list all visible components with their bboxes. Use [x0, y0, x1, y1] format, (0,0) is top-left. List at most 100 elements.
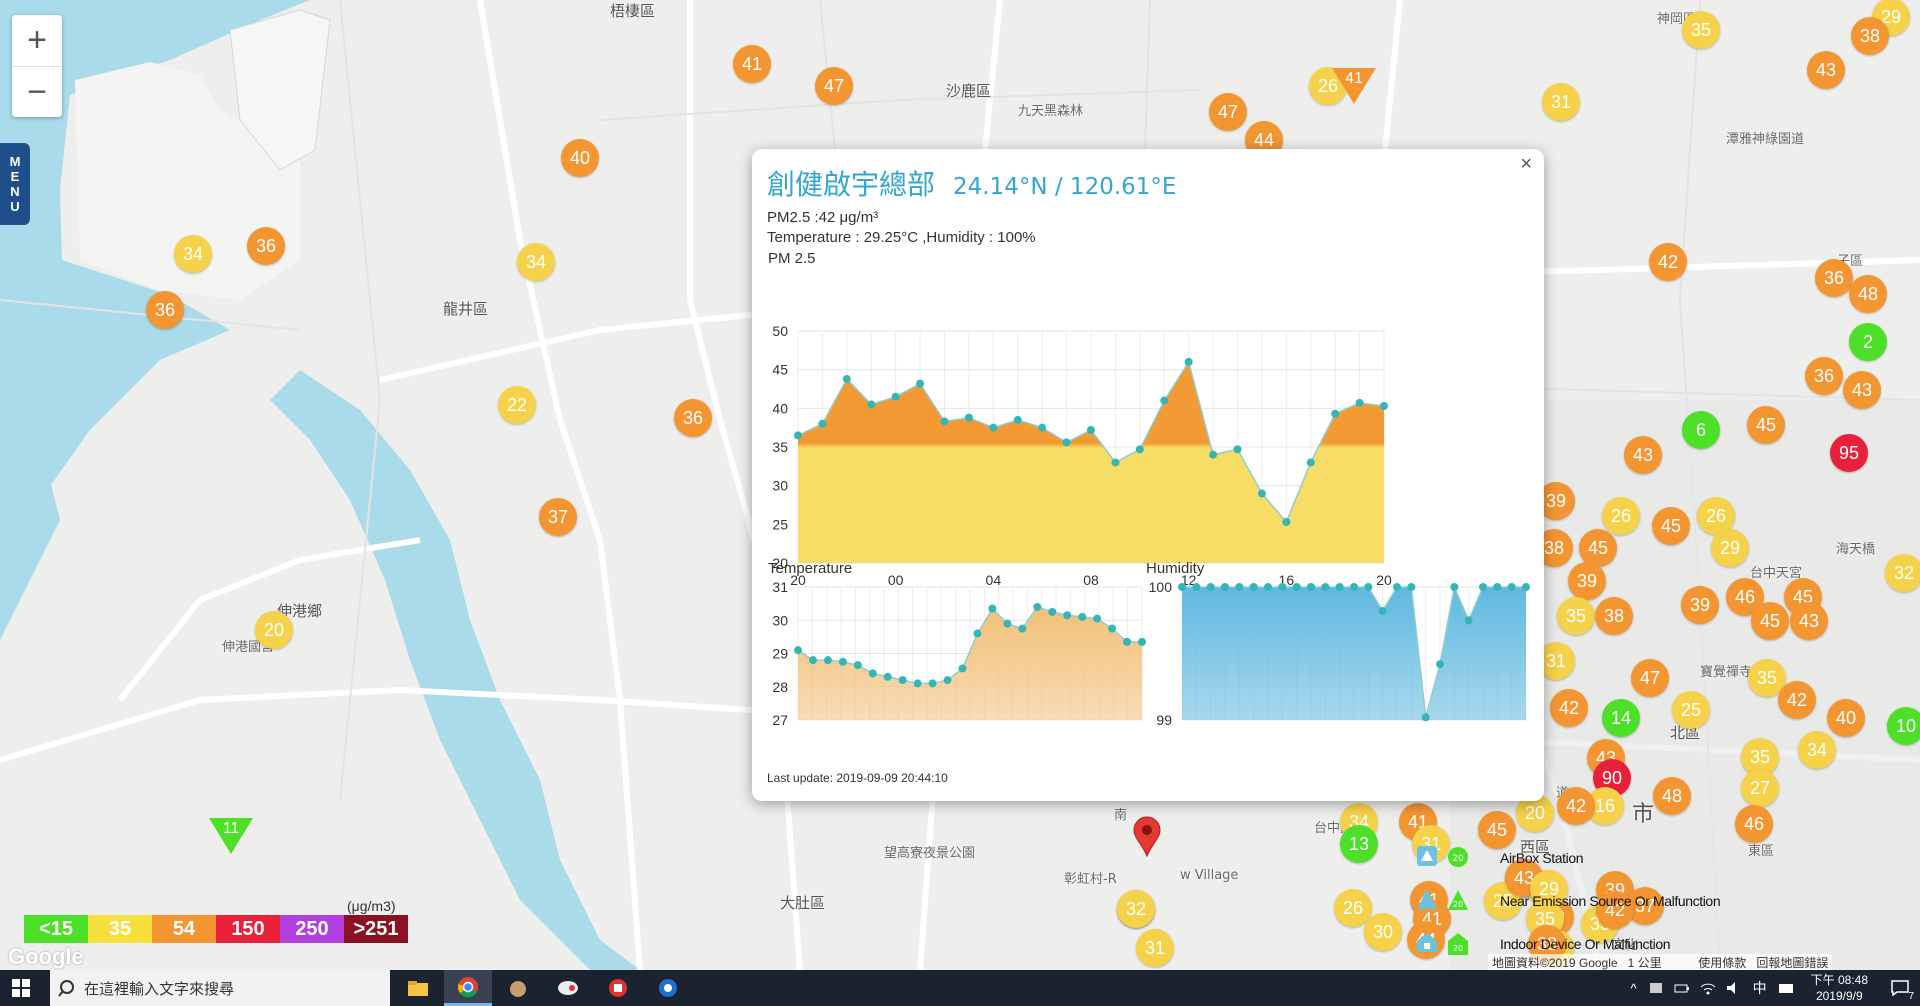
airbox-marker[interactable]: 6	[1682, 411, 1720, 449]
airbox-marker[interactable]: 36	[1805, 357, 1843, 395]
y-tick-label: 31	[772, 579, 788, 595]
zoom-out-button[interactable]: −	[12, 67, 62, 118]
airbox-marker[interactable]: 42	[1550, 689, 1588, 727]
airbox-marker[interactable]: 47	[1631, 659, 1669, 697]
x-tick-label: 20	[1376, 572, 1392, 588]
windows-start-icon[interactable]	[12, 979, 30, 997]
volume-icon[interactable]	[1726, 981, 1742, 995]
airbox-marker[interactable]: 36	[247, 227, 285, 265]
data-point	[1063, 611, 1072, 620]
battery-icon[interactable]	[1674, 981, 1690, 995]
data-point	[1292, 583, 1301, 591]
airbox-marker[interactable]: 45	[1751, 602, 1789, 640]
near-emission-marker[interactable]: 11	[209, 818, 253, 854]
airbox-marker[interactable]: 2	[1849, 323, 1887, 361]
airbox-marker[interactable]: 42	[1557, 787, 1595, 825]
place-label: 海天橋	[1836, 542, 1876, 557]
airbox-marker[interactable]: 35	[1557, 597, 1595, 635]
report-map-error-link[interactable]: 回報地圖錯誤	[1756, 956, 1828, 970]
airbox-marker[interactable]: 42	[1778, 681, 1816, 719]
airbox-marker[interactable]: 39	[1681, 586, 1719, 624]
airbox-marker[interactable]: 48	[1653, 777, 1691, 815]
clock[interactable]: 下午 08:48 2019/9/9	[1811, 972, 1868, 1004]
chrome-icon[interactable]	[444, 970, 492, 1006]
app-icon[interactable]	[594, 970, 642, 1006]
near-emission-marker[interactable]: 41	[1332, 68, 1376, 104]
airbox-marker[interactable]: 35	[1682, 11, 1720, 49]
airbox-marker[interactable]: 43	[1843, 371, 1881, 409]
airbox-marker[interactable]: 47	[815, 67, 853, 105]
airbox-marker[interactable]: 36	[146, 291, 184, 329]
airbox-marker[interactable]: 43	[1790, 602, 1828, 640]
airbox-marker[interactable]: 22	[498, 386, 536, 424]
airbox-marker[interactable]: 45	[1747, 406, 1785, 444]
data-point	[868, 669, 877, 678]
airbox-marker[interactable]: 39	[1568, 562, 1606, 600]
terms-link[interactable]: 使用條款	[1698, 956, 1746, 970]
airbox-marker[interactable]: 43	[1624, 436, 1662, 474]
file-explorer-icon[interactable]	[394, 970, 442, 1006]
airbox-marker[interactable]: 29	[1711, 529, 1749, 567]
airbox-marker[interactable]: 38	[1595, 597, 1633, 635]
airbox-marker[interactable]: 27	[1741, 769, 1779, 807]
data-point	[1111, 458, 1120, 467]
zoom-in-button[interactable]: +	[12, 15, 62, 67]
data-point	[1178, 583, 1186, 591]
triangle-marker-icon: 20	[1448, 889, 1468, 910]
place-label: 彰虹村-R	[1064, 872, 1117, 887]
map[interactable]: 梧棲區 沙鹿區 九天黑森林 龍井區 伸港鄉 伸港國宮 大肚區 望高寮夜景公園 彰…	[0, 0, 1920, 970]
taskbar-search-box[interactable]: 在這裡輸入文字來搜尋	[50, 970, 390, 1006]
airbox-marker[interactable]: 26	[1602, 497, 1640, 535]
airbox-marker[interactable]: 42	[1649, 243, 1687, 281]
app-icon[interactable]	[544, 970, 592, 1006]
close-icon[interactable]: ×	[1520, 153, 1532, 176]
airbox-marker[interactable]: 43	[1807, 51, 1845, 89]
airbox-marker[interactable]: 40	[1827, 699, 1865, 737]
keyboard-icon[interactable]	[1778, 981, 1794, 995]
place-label: w Village	[1180, 868, 1239, 883]
airbox-marker[interactable]: 40	[561, 139, 599, 177]
app-icon[interactable]	[644, 970, 692, 1006]
airbox-marker[interactable]: 10	[1887, 707, 1920, 745]
airbox-marker[interactable]: 30	[1364, 913, 1402, 951]
airbox-marker[interactable]: 95	[1830, 434, 1868, 472]
airbox-marker[interactable]: 34	[517, 243, 555, 281]
airbox-marker[interactable]: 38	[1851, 17, 1889, 55]
data-point	[1062, 438, 1071, 447]
airbox-marker[interactable]: 20	[255, 611, 293, 649]
security-icon[interactable]	[1648, 981, 1664, 995]
airbox-marker[interactable]: 32	[1117, 890, 1155, 928]
airbox-marker[interactable]: 36	[1815, 259, 1853, 297]
airbox-marker[interactable]: 34	[174, 235, 212, 273]
airbox-marker[interactable]: 34	[1798, 731, 1836, 769]
menu-tab[interactable]: MENU	[0, 143, 30, 225]
airbox-marker[interactable]: 41	[733, 45, 771, 83]
wifi-icon[interactable]	[1700, 981, 1716, 995]
place-label: 沙鹿區	[946, 82, 992, 100]
notification-center-icon[interactable]: 7	[1880, 970, 1920, 1006]
airbox-marker[interactable]: 13	[1340, 825, 1378, 863]
airbox-marker[interactable]: 37	[539, 498, 577, 536]
chevron-up-icon[interactable]: ^	[1631, 981, 1637, 996]
system-tray: ^ 中 下午 08:48 2019/9/9 7	[1625, 970, 1920, 1006]
data-point	[1393, 583, 1401, 591]
airbox-marker[interactable]: 14	[1602, 699, 1640, 737]
data-point	[823, 656, 832, 665]
airbox-marker[interactable]: 31	[1542, 83, 1580, 121]
airbox-marker[interactable]: 45	[1652, 507, 1690, 545]
airbox-marker[interactable]: 25	[1672, 691, 1710, 729]
y-tick-label: 28	[772, 679, 788, 695]
data-point	[1206, 583, 1215, 591]
airbox-marker[interactable]: 48	[1849, 275, 1887, 313]
selected-location-pin-icon[interactable]	[1132, 816, 1162, 858]
legend-swatch: <15	[24, 915, 88, 943]
svg-text:20: 20	[1452, 854, 1464, 864]
airbox-marker[interactable]: 32	[1885, 554, 1920, 592]
airbox-marker[interactable]: 31	[1136, 929, 1174, 967]
ime-indicator[interactable]: 中	[1753, 978, 1767, 998]
airbox-marker[interactable]: 36	[674, 399, 712, 437]
data-point	[1522, 583, 1530, 591]
app-icon[interactable]	[494, 970, 542, 1006]
data-point	[1464, 616, 1473, 625]
airbox-marker[interactable]: 47	[1209, 93, 1247, 131]
